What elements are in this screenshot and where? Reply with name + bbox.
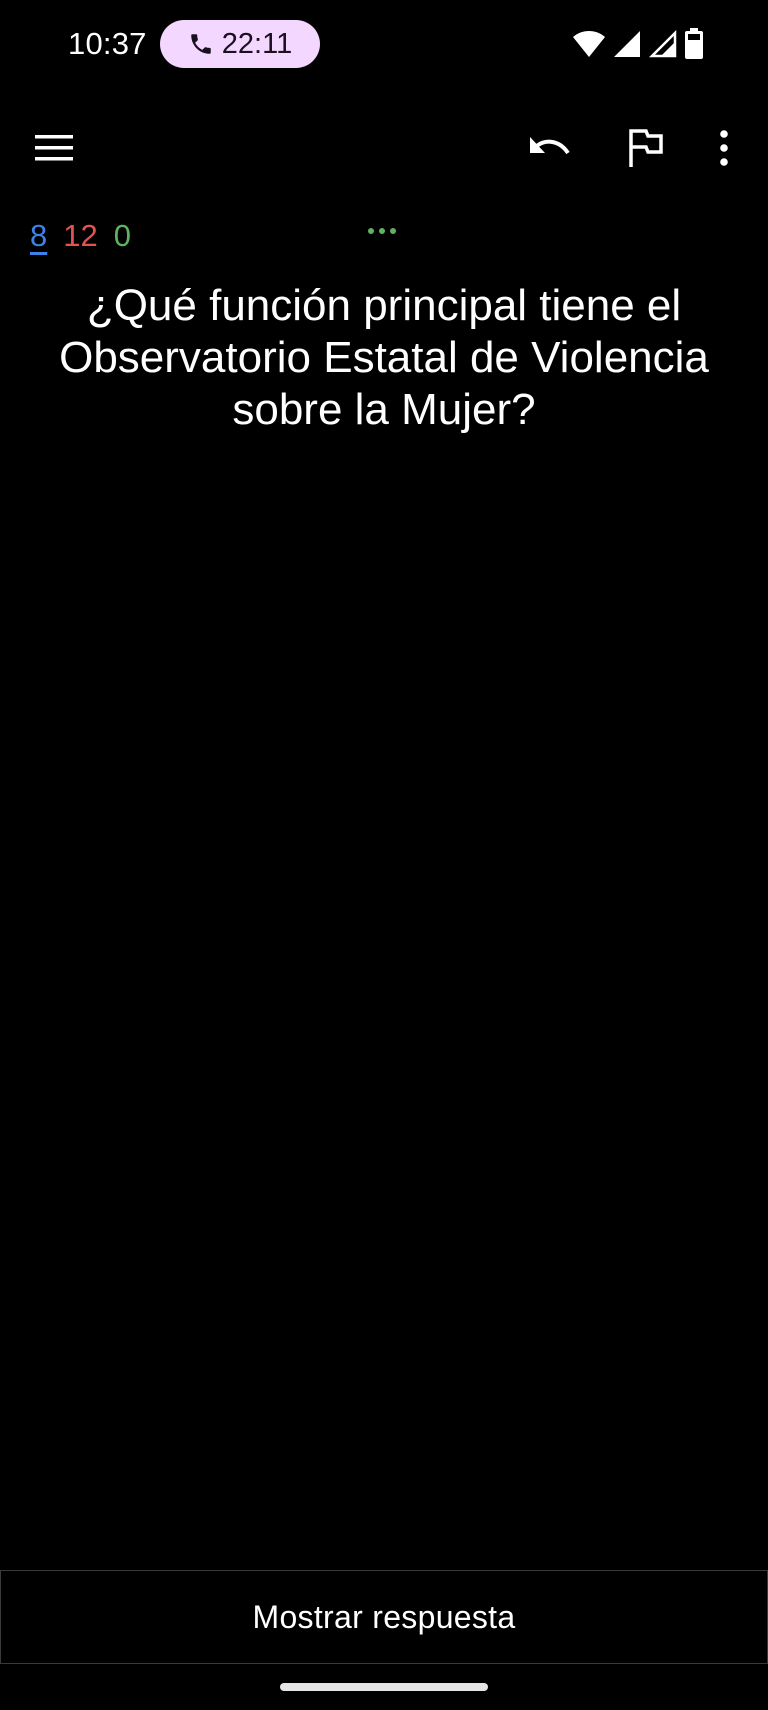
timer-dots-icon [368,228,396,234]
show-answer-label: Mostrar respuesta [252,1598,516,1635]
call-duration: 22:11 [221,28,293,60]
battery-icon [685,28,703,59]
undo-icon [530,137,570,155]
flag-icon [629,129,663,167]
status-bar: 10:37 22:11 [0,0,768,88]
gesture-nav-handle[interactable] [280,1683,488,1691]
review-count: 0 [113,218,131,253]
signal-icon [614,31,640,57]
status-icons [572,24,704,64]
card-counts: 8 12 0 [30,214,131,258]
signal-icon [648,29,677,58]
status-clock: 10:37 [68,26,147,61]
reviewer-screen: 10:37 22:11 8 12 0 ¿Qué función principa… [0,0,768,1710]
more-options-button[interactable] [688,112,760,184]
undo-button[interactable] [514,112,586,184]
navigation-drawer-button[interactable] [18,112,90,184]
more-vert-icon [720,130,728,166]
new-count: 8 [30,218,48,253]
ongoing-call-chip[interactable]: 22:11 [160,20,320,68]
menu-icon [35,135,73,161]
reviewer-toolbar [0,100,768,196]
show-answer-button[interactable]: Mostrar respuesta [0,1570,768,1664]
flag-button[interactable] [610,112,682,184]
phone-icon [191,34,211,54]
learning-count: 12 [63,218,98,253]
wifi-icon [573,31,605,57]
card-question: ¿Qué función principal tiene el Observat… [59,281,709,434]
